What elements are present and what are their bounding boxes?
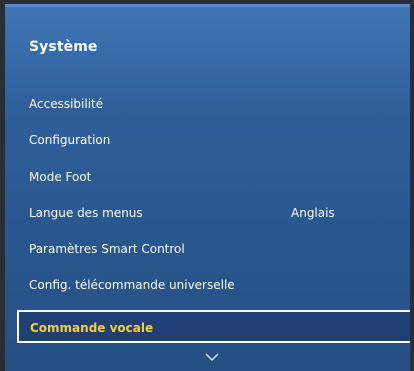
menu-item-langue-des-menus[interactable]: Langue des menus xyxy=(29,206,143,220)
selected-item-label: Commande vocale xyxy=(30,321,154,335)
menu-title: Système xyxy=(29,39,98,55)
menu-item-telecommande-universelle[interactable]: Config. télécommande universelle xyxy=(29,278,235,292)
menu-value-langue: Anglais xyxy=(291,206,335,220)
menu-item-commande-vocale[interactable]: Commande vocale xyxy=(17,310,410,343)
menu-item-accessibilite[interactable]: Accessibilité xyxy=(29,97,103,111)
system-menu-panel: Système Accessibilité Configuration Mode… xyxy=(5,4,410,371)
menu-item-configuration[interactable]: Configuration xyxy=(29,133,110,147)
chevron-down-icon[interactable] xyxy=(205,352,219,362)
menu-item-smart-control[interactable]: Paramètres Smart Control xyxy=(29,242,185,256)
menu-item-mode-foot[interactable]: Mode Foot xyxy=(29,170,91,184)
